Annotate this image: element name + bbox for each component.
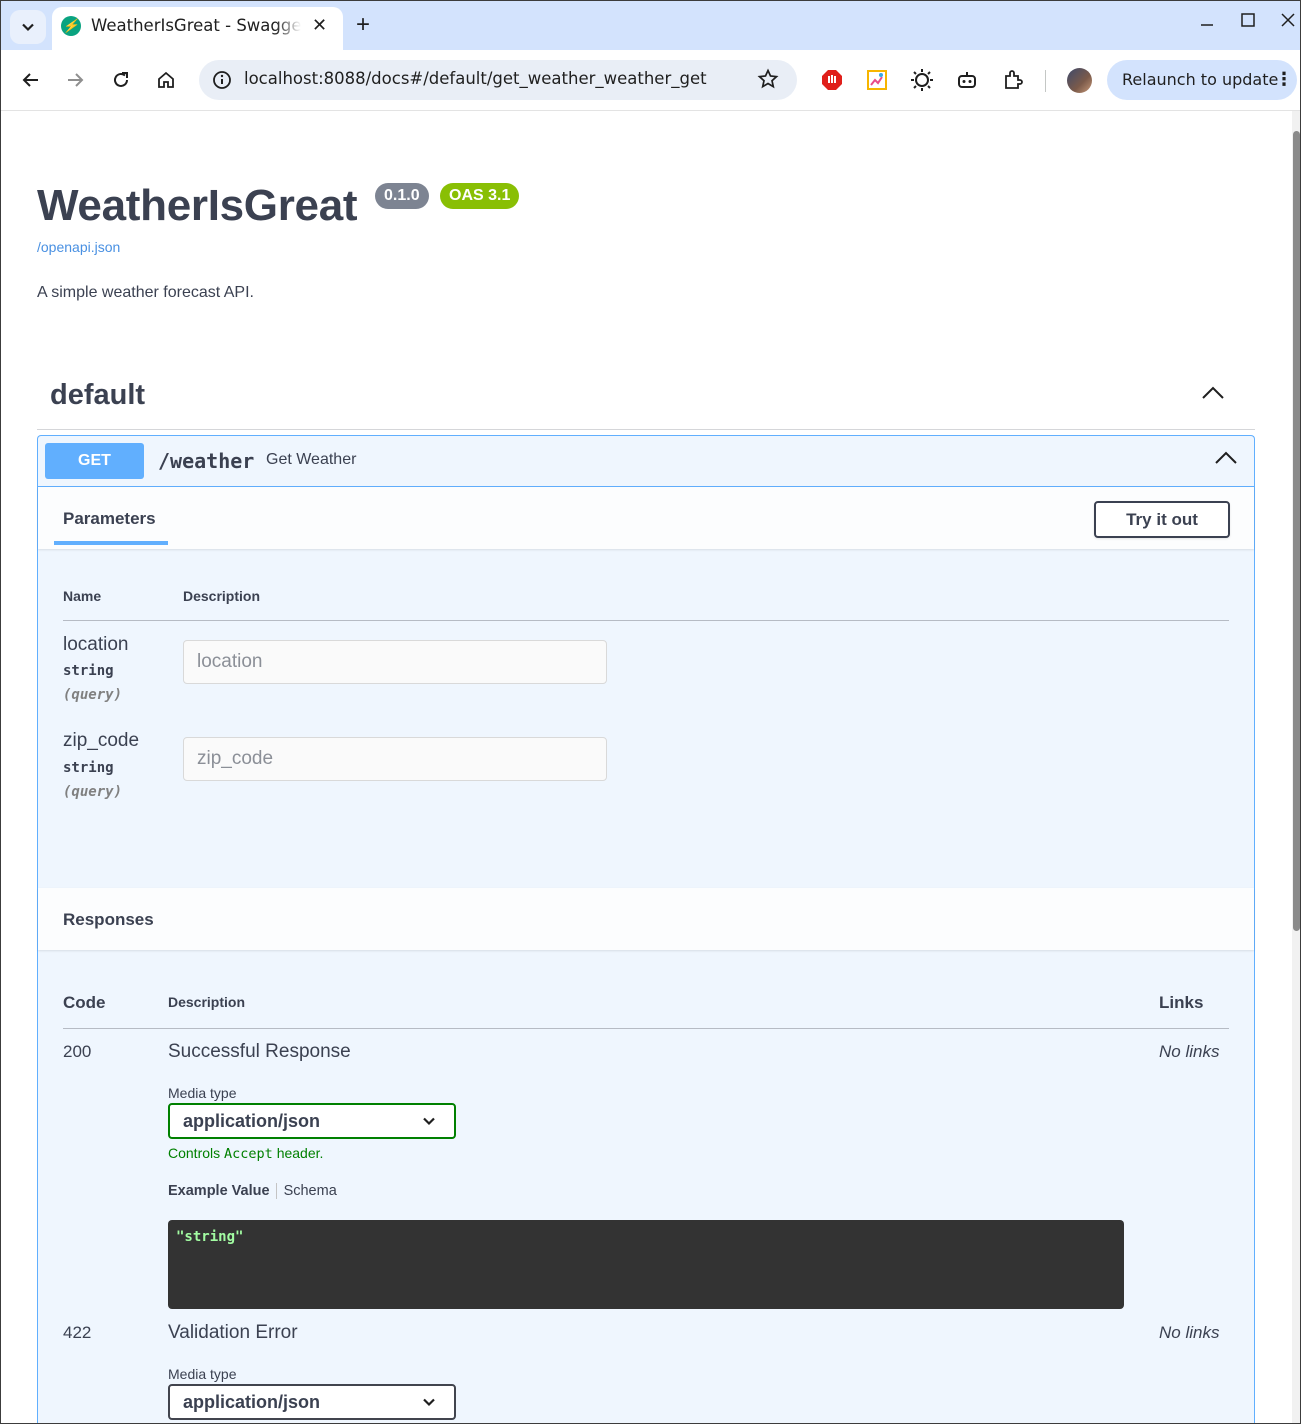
select-chevron-down-icon (423, 1117, 435, 1126)
controls-accept-note: Controls Accept header. (168, 1145, 324, 1162)
browser-tab-active[interactable]: ⚡ WeatherIsGreat - Swagger UI ✕ (52, 7, 343, 50)
oas-badge: OAS 3.1 (440, 183, 520, 209)
tab-parameters[interactable]: Parameters (63, 509, 156, 529)
response-description-422: Validation Error (168, 1322, 298, 1343)
tab-schema[interactable]: Schema (284, 1183, 337, 1199)
home-icon[interactable] (152, 66, 180, 94)
response-links-200: No links (1159, 1042, 1220, 1061)
response-description-200: Successful Response (168, 1041, 351, 1062)
example-value-text: "string" (176, 1229, 244, 1245)
api-description: A simple weather forecast API. (37, 284, 254, 301)
tag-name: default (50, 379, 146, 411)
response-links-header: Links (1159, 993, 1204, 1012)
media-type-label-200: Media type (168, 1085, 237, 1101)
media-type-value-200: application/json (183, 1111, 321, 1131)
tab-search-button[interactable] (10, 10, 46, 44)
media-type-label-422: Media type (168, 1366, 237, 1382)
operation-block-get-weather: GET /weather Get Weather Parameters Try … (37, 435, 1255, 1423)
response-description-header: Description (168, 994, 246, 1010)
parameters-header: Parameters Try it out (38, 487, 1254, 549)
toolbar-divider (1045, 70, 1046, 92)
response-code-422: 422 (63, 1323, 92, 1342)
operation-summary[interactable]: GET /weather Get Weather (38, 436, 1254, 487)
param-name-zip-code: zip_code (63, 730, 140, 751)
media-type-select-200[interactable]: application/json (168, 1103, 456, 1139)
bookmark-star-icon[interactable] (757, 68, 779, 95)
maximize-icon[interactable] (1240, 11, 1256, 34)
minimize-icon[interactable] (1199, 11, 1215, 34)
collapse-chevron-up-icon[interactable] (1201, 385, 1225, 406)
responses-title: Responses (63, 910, 154, 929)
response-links-422: No links (1159, 1323, 1220, 1342)
param-description-header: Description (183, 588, 261, 604)
forward-arrow-icon[interactable] (61, 66, 89, 94)
params-header-rule (63, 620, 1229, 621)
response-code-header: Code (63, 993, 106, 1012)
extensions-puzzle-icon[interactable] (1001, 68, 1025, 92)
param-name-header: Name (63, 588, 102, 604)
browser-toolbar: localhost:8088/docs#/default/get_weather… (1, 50, 1300, 111)
api-title: WeatherIsGreat (37, 181, 358, 230)
window-close-icon[interactable] (1280, 11, 1296, 34)
media-type-value-422: application/json (183, 1392, 321, 1412)
address-bar[interactable]: localhost:8088/docs#/default/get_weather… (199, 60, 797, 100)
tab-active-indicator (54, 541, 168, 545)
tag-section-header[interactable]: default (37, 369, 1255, 430)
select-chevron-down-icon (423, 1398, 435, 1407)
site-info-icon[interactable] (211, 69, 233, 96)
page-scrollbar-thumb[interactable] (1293, 131, 1300, 931)
response-code-200: 200 (63, 1042, 92, 1061)
profile-avatar[interactable] (1067, 68, 1092, 93)
more-menu-icon[interactable]: ⋮ (1275, 69, 1293, 90)
sun-extension-icon[interactable] (910, 68, 934, 92)
url-text: localhost:8088/docs#/default/get_weather… (244, 69, 707, 88)
version-badge: 0.1.0 (375, 183, 429, 209)
param-name-location: location (63, 634, 129, 655)
location-input[interactable] (183, 640, 607, 684)
tab-title: WeatherIsGreat - Swagger UI (91, 16, 301, 35)
new-tab-button[interactable]: + (356, 12, 370, 38)
reload-icon[interactable] (107, 66, 135, 94)
operation-chevron-up-icon[interactable] (1214, 450, 1238, 471)
operation-summary-text: Get Weather (266, 451, 357, 468)
relaunch-label: Relaunch to update (1122, 70, 1279, 89)
example-value-code-block: "string" (168, 1220, 1124, 1309)
media-type-select-422[interactable]: application/json (168, 1384, 456, 1420)
openapi-json-link[interactable]: /openapi.json (37, 239, 120, 255)
relaunch-button[interactable]: Relaunch to update ⋮ (1107, 60, 1297, 100)
operation-path: /weather (158, 449, 255, 473)
robot-extension-icon[interactable] (955, 68, 979, 92)
adblock-extension-icon[interactable] (820, 68, 844, 92)
swagger-page: WeatherIsGreat 0.1.0 OAS 3.1 /openapi.js… (1, 111, 1291, 1423)
tab-example-value[interactable]: Example Value (168, 1183, 270, 1199)
swagger-favicon-icon: ⚡ (61, 16, 81, 36)
back-arrow-icon[interactable] (17, 66, 45, 94)
tab-close-icon[interactable]: ✕ (312, 15, 327, 36)
chevron-down-icon (22, 23, 34, 32)
param-type-location: string (63, 663, 114, 679)
tab-strip: ⚡ WeatherIsGreat - Swagger UI ✕ + (1, 1, 1300, 50)
param-type-zip-code: string (63, 760, 114, 776)
colorful-extension-icon[interactable] (865, 68, 889, 92)
param-in-zip-code: (query) (63, 784, 123, 800)
try-it-out-button[interactable]: Try it out (1094, 501, 1230, 538)
responses-header-rule (63, 1028, 1229, 1029)
param-in-location: (query) (63, 687, 123, 703)
browser-window: ⚡ WeatherIsGreat - Swagger UI ✕ + (0, 0, 1301, 1424)
http-method-badge: GET (45, 443, 144, 479)
zip-code-input[interactable] (183, 737, 607, 781)
responses-header: Responses (38, 888, 1254, 950)
example-schema-tabs: Example Value Schema (168, 1183, 337, 1200)
